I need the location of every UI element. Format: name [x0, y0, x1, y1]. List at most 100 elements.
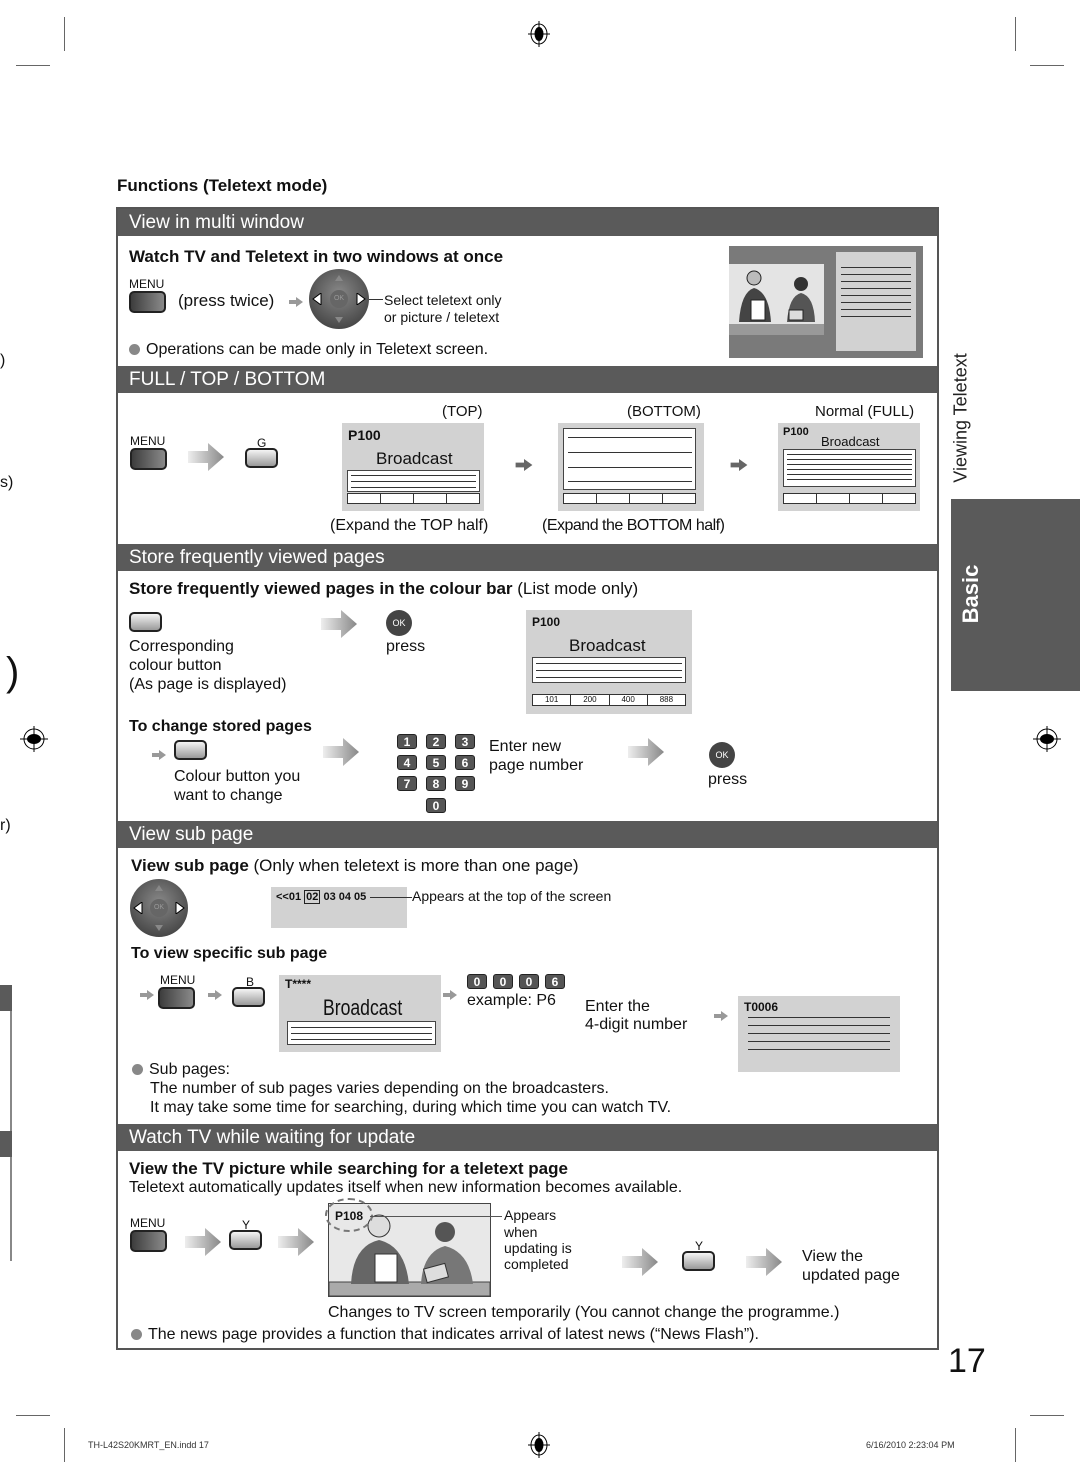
appears-line1: Appears — [504, 1207, 557, 1223]
text-line — [536, 677, 682, 678]
sub-page-subtitle-bold: View sub page — [131, 856, 249, 875]
text-area — [287, 1021, 436, 1045]
example-text: example: P6 — [467, 992, 556, 1009]
sub-page-search-screen: T**** Broadcast — [279, 975, 441, 1052]
crop-mark — [1015, 17, 1016, 51]
digit-key[interactable]: 0 — [493, 974, 513, 989]
bottom-half-screen — [558, 423, 704, 511]
side-label-text: Viewing Teletext — [950, 353, 971, 483]
text-area — [347, 470, 480, 492]
text-line — [841, 316, 911, 317]
key-8[interactable]: 8 — [426, 776, 446, 791]
b-button[interactable] — [232, 987, 265, 1007]
text-line — [787, 464, 912, 465]
ok-button[interactable]: OK — [386, 610, 412, 636]
key-5[interactable]: 5 — [426, 755, 446, 770]
bottom-caption: (Expand the BOTTOM half) — [542, 517, 725, 534]
news-presenters-icon — [729, 270, 824, 335]
arrow-right-icon — [622, 1248, 658, 1276]
digit-key[interactable]: 6 — [545, 974, 565, 989]
page-code: T0006 — [744, 1000, 779, 1014]
key-7[interactable]: 7 — [397, 776, 417, 791]
teletext-panel — [836, 252, 916, 351]
callout-line — [370, 1216, 502, 1217]
full-screen: P100 Broadcast — [778, 423, 920, 511]
text-line — [351, 487, 476, 488]
crop-mark — [16, 65, 50, 66]
top-half-screen: P100 Broadcast — [342, 423, 484, 511]
colour-line1: Corresponding — [129, 638, 234, 655]
menu-label: MENU — [130, 1216, 166, 1230]
callout-line — [370, 897, 412, 898]
g-button[interactable] — [245, 448, 278, 468]
view-line2: updated page — [802, 1267, 900, 1284]
colour-button[interactable] — [129, 612, 162, 632]
arrow-right-icon — [746, 1248, 782, 1276]
text-line — [536, 663, 682, 664]
colour-bar — [347, 493, 480, 504]
crop-mark — [1030, 1415, 1064, 1416]
key-4[interactable]: 4 — [397, 755, 417, 770]
key-3[interactable]: 3 — [455, 734, 475, 749]
enter-line2: 4-digit number — [585, 1016, 688, 1033]
text-line — [787, 469, 912, 470]
key-9[interactable]: 9 — [455, 776, 475, 791]
colour-button[interactable] — [174, 740, 207, 760]
y-button[interactable] — [229, 1230, 262, 1250]
ok-button[interactable]: OK — [709, 742, 735, 768]
text-line — [748, 1041, 890, 1042]
key-1[interactable]: 1 — [397, 734, 417, 749]
page-code: P100 — [532, 615, 561, 629]
registration-mark-icon — [1033, 726, 1061, 752]
arrow-right-icon — [278, 1228, 314, 1256]
arrow-right-icon — [208, 990, 222, 1000]
text-area — [532, 657, 686, 683]
dpad-button[interactable]: OK — [309, 269, 369, 329]
sub-pages-note-title: Sub pages: — [132, 1061, 230, 1079]
edge-line — [10, 1011, 12, 1131]
text-line — [568, 452, 692, 453]
dpad-button[interactable]: OK — [130, 879, 188, 937]
menu-button[interactable] — [129, 291, 166, 313]
key-2[interactable]: 2 — [426, 734, 446, 749]
arrow-right-icon — [323, 738, 359, 766]
down-arrow-icon — [335, 317, 343, 323]
store-subtitle: Store frequently viewed pages in the col… — [129, 579, 638, 599]
menu-button[interactable] — [130, 448, 167, 470]
registration-mark-icon — [528, 1432, 550, 1458]
store-subtitle-rest: (List mode only) — [512, 579, 639, 598]
section-bar-sub-page: View sub page — [118, 821, 937, 848]
text-line — [568, 467, 692, 468]
digit-key[interactable]: 0 — [519, 974, 539, 989]
text-line — [787, 479, 912, 480]
menu-button[interactable] — [158, 987, 195, 1009]
edge-fragment: ) — [6, 650, 20, 694]
y-button[interactable] — [682, 1251, 715, 1271]
colour-bar — [563, 493, 696, 504]
arrow-right-icon — [628, 738, 664, 766]
key-6[interactable]: 6 — [455, 755, 475, 770]
text-line — [568, 437, 692, 438]
edge-fragment: ) — [0, 352, 6, 369]
menu-button[interactable] — [130, 1230, 167, 1252]
text-line — [787, 474, 912, 475]
text-line — [748, 1049, 890, 1050]
text-line — [841, 274, 911, 275]
registration-mark-icon — [528, 21, 550, 47]
section-bar-full-top-bottom: FULL / TOP / BOTTOM — [118, 366, 937, 393]
text-line — [748, 1033, 890, 1034]
sub-page-rest: 03 04 05 — [323, 891, 367, 903]
tv-picture — [729, 264, 824, 335]
colour-bar-screen: P100 Broadcast 101 200 400 888 — [526, 610, 692, 714]
footer-file: TH-L42S20KMRT_EN.indd 17 — [88, 1440, 209, 1450]
news-note-text: The news page provides a function that i… — [148, 1326, 759, 1343]
changes-note: Changes to TV screen temporarily (You ca… — [328, 1304, 840, 1321]
registration-mark-icon — [20, 726, 48, 752]
section-heading: Functions (Teletext mode) — [117, 176, 328, 195]
key-0[interactable]: 0 — [426, 798, 446, 813]
crop-mark — [1030, 65, 1064, 66]
appears-line4: completed — [504, 1256, 569, 1272]
page-code: P100 — [783, 426, 809, 438]
digit-key[interactable]: 0 — [467, 974, 487, 989]
section-bar-multi-window: View in multi window — [118, 209, 937, 236]
